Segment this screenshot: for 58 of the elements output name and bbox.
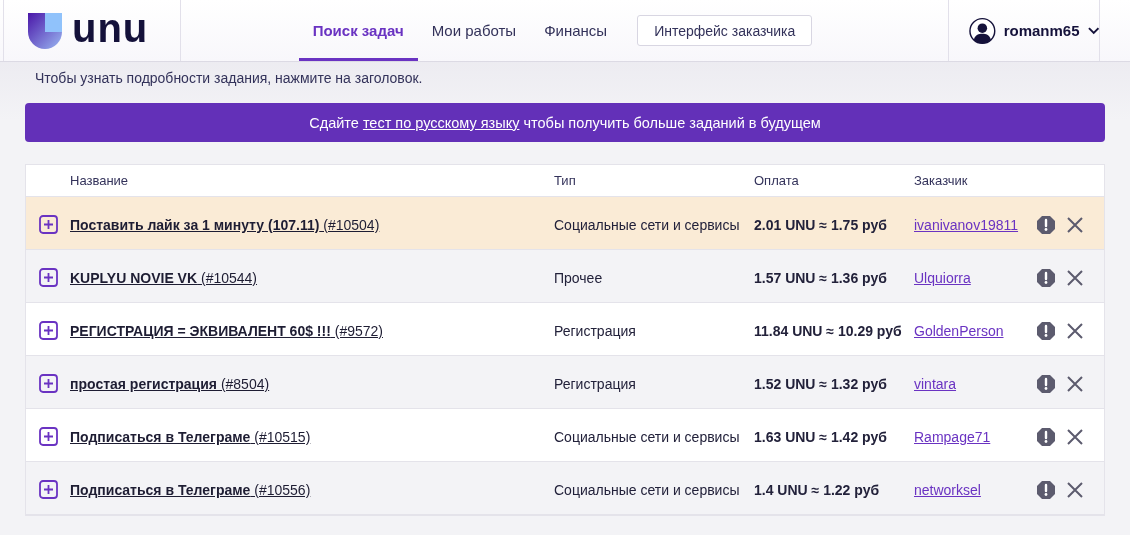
task-payment: 2.01 UNU ≈ 1.75 руб xyxy=(754,216,888,235)
customer-link[interactable]: networksel xyxy=(914,481,981,499)
task-type: Социальные сети и сервисы xyxy=(554,481,741,500)
task-title-link[interactable]: Поставить лайк за 1 минуту (107.11) (#10504) xyxy=(70,216,380,234)
close-icon[interactable] xyxy=(1065,427,1085,447)
column-header: Тип xyxy=(554,172,577,190)
task-type: Регистрация xyxy=(554,322,637,341)
close-icon[interactable] xyxy=(1065,374,1085,394)
intro-text: Чтобы узнать подробности задания, нажмите на заголовок. xyxy=(35,70,424,86)
test-link[interactable]: тест по русскому языку xyxy=(362,114,520,131)
task-title-link[interactable]: KUPLYU NOVIE VK (#10544) xyxy=(70,269,257,287)
task-type: Регистрация xyxy=(554,375,637,394)
avatar-icon[interactable] xyxy=(969,16,996,45)
task-title-link[interactable]: РЕГИСТРАЦИЯ = ЭКВИВАЛЕНТ 60$ !!! (#9572) xyxy=(70,322,383,340)
column-header: Заказчик xyxy=(914,172,969,190)
task-payment: 1.4 UNU ≈ 1.22 руб xyxy=(754,481,881,500)
task-title-link[interactable]: простая регистрация (#8504) xyxy=(70,375,270,393)
report-icon[interactable] xyxy=(1036,321,1056,341)
task-type: Социальные сети и сервисы xyxy=(554,428,741,447)
close-icon[interactable] xyxy=(1065,268,1085,288)
task-title-link[interactable]: Подписаться в Телеграме (#10556) xyxy=(70,481,311,499)
expand-icon[interactable] xyxy=(38,267,58,287)
column-header: Оплата xyxy=(754,172,800,190)
task-payment: 1.63 UNU ≈ 1.42 руб xyxy=(754,428,888,447)
client-interface-button[interactable]: Интерфейс заказчика xyxy=(637,15,813,46)
nav-tab[interactable]: Мои работы xyxy=(417,0,531,61)
task-payment: 1.52 UNU ≈ 1.32 руб xyxy=(754,375,888,394)
task-type: Прочее xyxy=(554,269,604,288)
expand-icon[interactable] xyxy=(38,426,58,446)
customer-link[interactable]: Ulquiorra xyxy=(914,269,971,287)
report-icon[interactable] xyxy=(1036,427,1056,447)
column-header: Название xyxy=(70,172,130,190)
report-icon[interactable] xyxy=(1036,374,1056,394)
expand-icon[interactable] xyxy=(38,479,58,499)
report-icon[interactable] xyxy=(1036,268,1056,288)
expand-icon[interactable] xyxy=(38,320,58,340)
task-payment: 1.57 UNU ≈ 1.36 руб xyxy=(754,269,888,288)
logo-text: unu xyxy=(72,7,149,48)
task-payment: 11.84 UNU ≈ 10.29 руб xyxy=(754,322,903,341)
close-icon[interactable] xyxy=(1065,321,1085,341)
customer-link[interactable]: ivanivanov19811 xyxy=(914,216,1019,234)
close-icon[interactable] xyxy=(1065,480,1085,500)
nav-tab[interactable]: Поиск задач xyxy=(298,0,418,61)
expand-icon[interactable] xyxy=(38,214,58,234)
task-title-link[interactable]: Подписаться в Телеграме (#10515) xyxy=(70,428,311,446)
close-icon[interactable] xyxy=(1065,215,1085,235)
task-type: Социальные сети и сервисы xyxy=(554,216,741,235)
nav-tab[interactable]: Финансы xyxy=(530,0,622,61)
logo-icon xyxy=(28,12,62,49)
report-icon[interactable] xyxy=(1036,215,1056,235)
customer-link[interactable]: Rampage71 xyxy=(914,428,991,446)
username[interactable]: romanm65 xyxy=(1003,22,1080,39)
customer-link[interactable]: vintara xyxy=(914,375,957,393)
customer-link[interactable]: GoldenPerson xyxy=(914,322,1004,340)
report-icon[interactable] xyxy=(1036,480,1056,500)
banner-text: Сдайте тест по русскому языку чтобы получить больше заданий в будущем xyxy=(309,114,821,131)
chevron-down-icon[interactable] xyxy=(1087,26,1099,35)
expand-icon[interactable] xyxy=(38,373,58,393)
